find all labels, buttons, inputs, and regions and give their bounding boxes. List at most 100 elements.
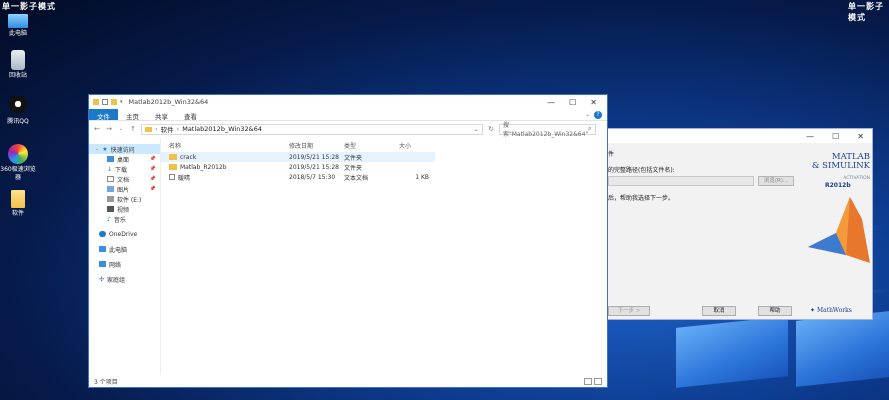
file-size: 1 KB <box>415 173 429 181</box>
file-type: 文本文档 <box>344 174 369 182</box>
nav-pictures[interactable]: 图片 📌 <box>89 184 160 194</box>
desktop-icon-qq[interactable]: 腾讯QQ <box>0 96 36 126</box>
details-view-icon[interactable] <box>584 377 592 385</box>
back-arrow-icon[interactable]: ← <box>93 125 101 133</box>
logo-activation: ACTIVATION <box>843 176 870 181</box>
refresh-icon[interactable]: ↻ <box>487 125 495 133</box>
nav-drive-e[interactable]: 软件 (E:) <box>89 194 160 204</box>
nav-this-pc[interactable]: 此电脑 <box>89 244 160 254</box>
folder-icon <box>93 99 99 105</box>
search-input[interactable]: 搜索"Matlab2012b_Win32&64" ⌕ <box>499 122 596 138</box>
nav-label: OneDrive <box>109 230 138 238</box>
nav-quick-access[interactable]: ⌄ ★ 快速访问 <box>89 144 160 154</box>
cloud-icon <box>99 231 106 237</box>
navigation-pane: ⌄ ★ 快速访问 桌面 📌 ↓ 下载 📌 文档 📌 图片 📌 软件 (E:) 视… <box>89 138 161 375</box>
help-button[interactable]: 帮助 <box>758 306 792 316</box>
file-name: 暖晴 <box>178 174 191 182</box>
browser-globe-icon <box>8 144 28 164</box>
maximize-button[interactable]: ☐ <box>832 132 839 141</box>
nav-onedrive[interactable]: OneDrive <box>89 229 160 239</box>
new-folder-icon[interactable] <box>111 99 117 105</box>
maximize-button[interactable]: ☐ <box>569 98 576 107</box>
close-button[interactable]: ✕ <box>857 132 864 141</box>
chevron-down-icon[interactable]: ▾ <box>120 99 123 105</box>
breadcrumb-current[interactable]: Matlab2012b_Win32&64 <box>182 125 262 133</box>
installer-titlebar: — ☐ ✕ <box>608 129 872 143</box>
address-row: ← → ⌄ ↑ › 软件 › Matlab2012b_Win32&64 ⌄ ↻ … <box>89 121 607 138</box>
search-icon: ⌕ <box>588 125 592 132</box>
up-arrow-icon[interactable]: ↑ <box>129 125 137 133</box>
document-icon <box>107 176 114 182</box>
item-count: 3 个项目 <box>94 378 118 386</box>
tab-share[interactable]: 共享 <box>147 109 176 121</box>
desktop-icon-this-pc[interactable]: 此电脑 <box>0 14 36 38</box>
nav-network[interactable]: 网络 <box>89 259 160 269</box>
nav-documents[interactable]: 文档 📌 <box>89 174 160 184</box>
chevron-down-icon[interactable]: ⌄ <box>474 125 479 133</box>
cancel-button[interactable]: 取消 <box>702 306 736 316</box>
explorer-body: ⌄ ★ 快速访问 桌面 📌 ↓ 下载 📌 文档 📌 图片 📌 软件 (E:) 视… <box>89 138 607 375</box>
pin-icon: 📌 <box>149 176 156 182</box>
column-date[interactable]: 修改日期 <box>289 141 344 150</box>
large-icons-view-icon[interactable] <box>594 377 602 385</box>
properties-icon[interactable] <box>102 99 108 105</box>
tab-home[interactable]: 主页 <box>118 109 147 121</box>
file-type: 文件夹 <box>344 154 363 162</box>
music-icon: ♪ <box>107 216 111 223</box>
desktop-icon-software-folder[interactable]: 软件 <box>0 190 36 218</box>
browse-button[interactable]: 浏览(R)... <box>758 176 794 186</box>
recent-locations-icon[interactable]: ⌄ <box>117 126 125 132</box>
nav-label: 软件 (E:) <box>117 196 142 204</box>
folder-icon <box>169 154 177 160</box>
desktop-icon-recycle-bin[interactable]: 回收站 <box>0 50 36 80</box>
nav-label: 快速访问 <box>110 146 135 154</box>
column-size[interactable]: 大小 <box>399 141 429 150</box>
desktop-icon-360-browser[interactable]: 360极速浏览器 <box>0 144 36 182</box>
file-row-readme[interactable]: 暖晴 2018/5/7 15:30 文本文档 1 KB <box>161 172 607 182</box>
file-type: 文件夹 <box>344 164 363 172</box>
minimize-button[interactable]: — <box>547 98 555 107</box>
nav-desktop[interactable]: 桌面 📌 <box>89 154 160 164</box>
installer-prompt: 的完整路径(包括文件名): <box>608 167 675 174</box>
pin-icon: 📌 <box>149 156 156 162</box>
nav-music[interactable]: ♪ 音乐 <box>89 214 160 224</box>
folder-icon <box>11 190 25 208</box>
column-type[interactable]: 类型 <box>344 141 399 150</box>
nav-label: 视频 <box>117 206 130 214</box>
file-row-crack[interactable]: crack 2019/5/21 15:28 文件夹 <box>161 152 435 162</box>
windows-logo-pane <box>796 311 889 387</box>
computer-icon <box>8 14 28 28</box>
logo-version: R2012b <box>825 182 851 189</box>
video-icon <box>107 206 114 212</box>
desktop-icon-label: 此电脑 <box>8 30 27 37</box>
next-button[interactable]: 下一步 > <box>608 306 650 316</box>
nav-homegroup[interactable]: ✣ 家庭组 <box>89 274 160 284</box>
desktop-icon <box>107 156 114 162</box>
license-path-input[interactable] <box>608 176 754 186</box>
column-name[interactable]: 名称 <box>169 141 289 150</box>
search-placeholder: 搜索"Matlab2012b_Win32&64" <box>503 122 589 138</box>
address-bar[interactable]: › 软件 › Matlab2012b_Win32&64 ⌄ <box>141 123 483 135</box>
close-button[interactable]: ✕ <box>590 98 597 107</box>
download-icon: ↓ <box>107 166 113 173</box>
nav-label: 文档 <box>117 176 130 184</box>
homegroup-icon: ✣ <box>99 276 105 283</box>
installer-hint: 后，帮助我选择下一步。 <box>608 195 675 202</box>
forward-arrow-icon[interactable]: → <box>105 125 113 133</box>
mathworks-text: MathWorks <box>816 307 852 314</box>
tab-file[interactable]: 文件 <box>89 109 118 121</box>
nav-downloads[interactable]: ↓ 下载 📌 <box>89 164 160 174</box>
star-icon: ★ <box>102 145 108 153</box>
expand-ribbon-icon[interactable]: ⌄ <box>585 111 590 118</box>
matlab-membrane-logo-icon <box>808 197 870 263</box>
nav-videos[interactable]: 视频 <box>89 204 160 214</box>
file-row-matlab[interactable]: Matlab_R2012b 2019/5/21 15:28 文件夹 <box>161 162 607 172</box>
help-icon[interactable]: ? <box>594 110 602 119</box>
pin-icon: 📌 <box>149 166 156 172</box>
nav-label: 下载 <box>115 166 128 174</box>
text-file-icon <box>169 174 175 180</box>
breadcrumb-root[interactable]: 软件 <box>161 124 174 134</box>
tab-view[interactable]: 查看 <box>176 109 205 121</box>
minimize-button[interactable]: — <box>806 132 814 141</box>
status-bar: 3 个项目 <box>89 375 607 387</box>
